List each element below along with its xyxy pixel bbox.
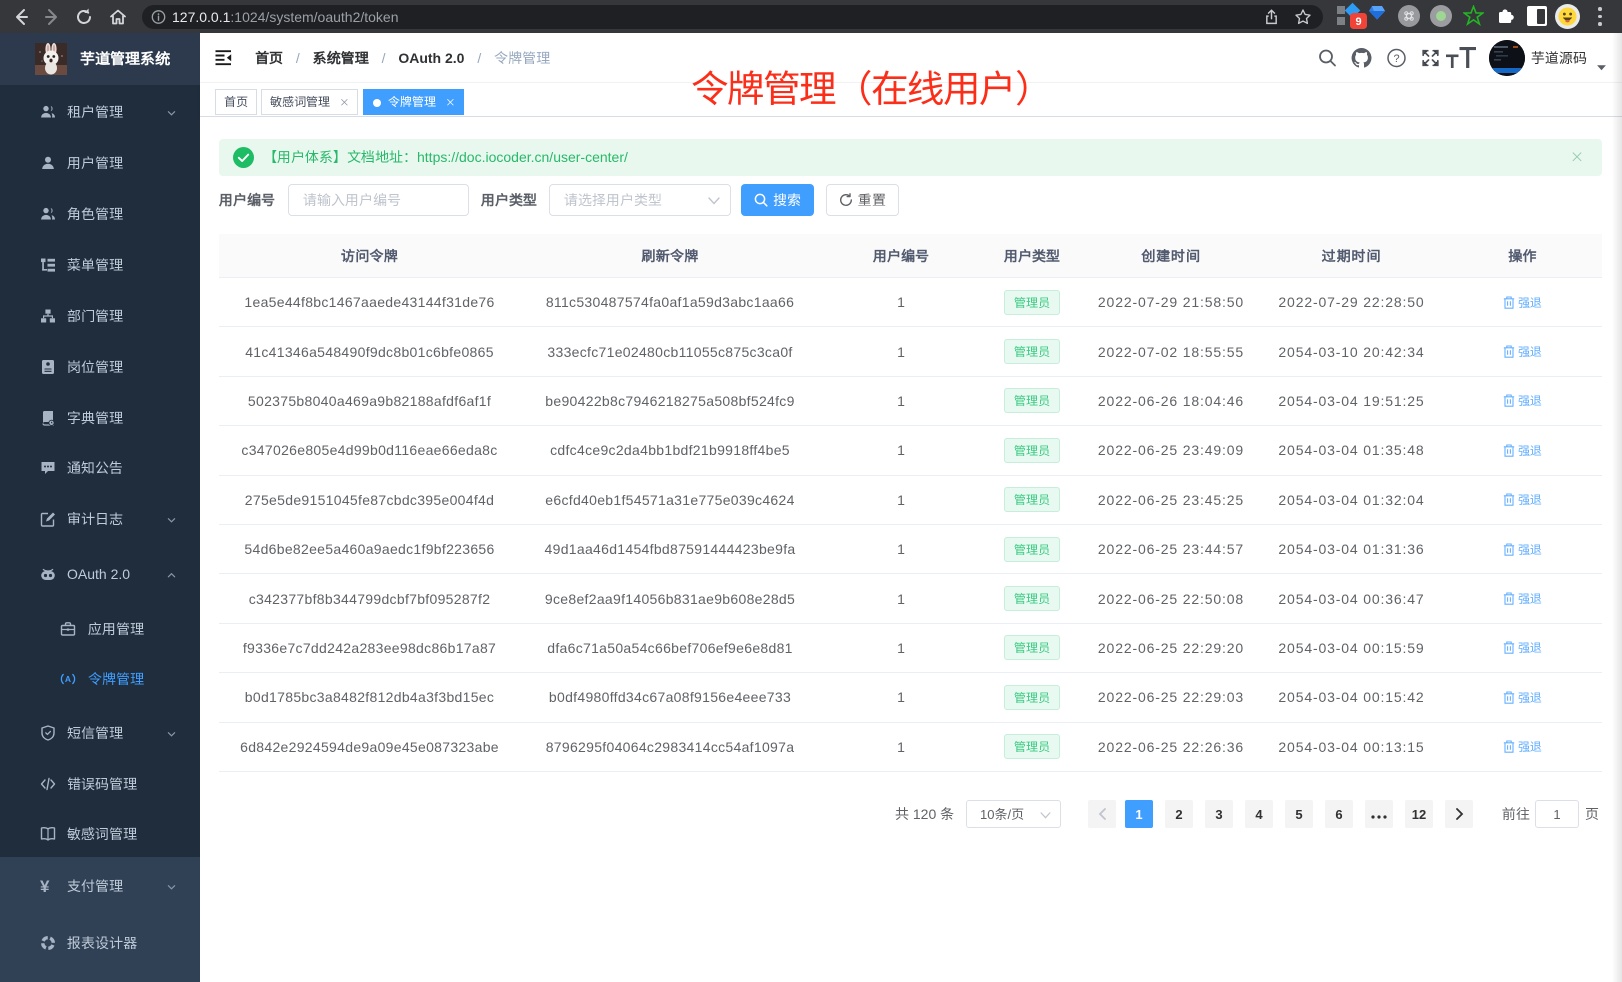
svg-text:?: ? — [1393, 53, 1399, 65]
svg-text:A: A — [65, 674, 71, 684]
